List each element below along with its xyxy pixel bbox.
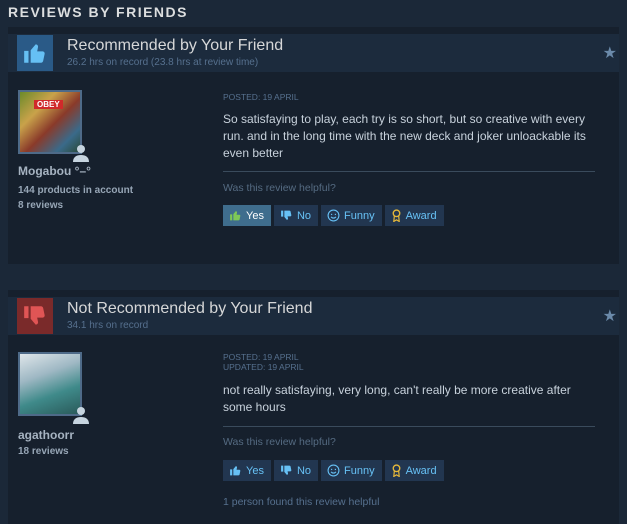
review-text: So satisfaying to play, each try is so s… xyxy=(223,112,586,160)
divider xyxy=(223,171,595,172)
friend-icon xyxy=(72,406,90,424)
avatar-text: OBEY xyxy=(34,100,63,109)
no-button[interactable]: No xyxy=(273,460,319,481)
author-reviews[interactable]: 18 reviews xyxy=(18,446,69,457)
review-header: Recommended by Your Friend 26.2 hrs on r… xyxy=(8,34,619,72)
avatar[interactable] xyxy=(18,352,89,424)
helpful-question: Was this review helpful? xyxy=(223,436,336,448)
vote-buttons: Yes No Funny Award xyxy=(223,460,444,481)
updated-date: UPDATED: 19 APRIL xyxy=(223,362,304,372)
thumbs-down-icon xyxy=(280,464,293,477)
star-icon[interactable]: ★ xyxy=(603,43,617,63)
funny-label: Funny xyxy=(344,464,375,477)
review-text: not really satisfaying, very long, can't… xyxy=(223,383,571,414)
thumbs-down-icon xyxy=(280,209,293,222)
thumbs-up-icon xyxy=(17,35,53,71)
award-label: Award xyxy=(405,464,437,477)
author-products[interactable]: 144 products in account xyxy=(18,185,133,196)
smile-icon xyxy=(327,464,340,477)
author-name[interactable]: Mogabou °–° xyxy=(18,164,91,178)
vote-buttons: Yes No Funny Award xyxy=(223,205,444,226)
smile-icon xyxy=(327,209,340,222)
section-title: REVIEWS BY FRIENDS xyxy=(8,4,188,20)
review-heading: Recommended by Your Friend xyxy=(67,37,284,54)
star-icon[interactable]: ★ xyxy=(603,306,617,326)
review-card-1: Recommended by Your Friend 26.2 hrs on r… xyxy=(8,27,619,264)
no-label: No xyxy=(296,209,312,222)
review-heading: Not Recommended by Your Friend xyxy=(67,300,313,317)
no-button[interactable]: No xyxy=(273,205,319,226)
award-icon xyxy=(391,209,402,222)
yes-button[interactable]: Yes xyxy=(223,205,271,226)
posted-date: POSTED: 19 APRIL xyxy=(223,352,299,362)
review-header: Not Recommended by Your Friend 34.1 hrs … xyxy=(8,297,619,335)
funny-label: Funny xyxy=(344,209,375,222)
found-helpful-count: 1 person found this review helpful xyxy=(223,496,380,508)
hours-on-record: 26.2 hrs on record (23.8 hrs at review t… xyxy=(67,57,259,68)
yes-button[interactable]: Yes xyxy=(223,460,271,481)
award-button[interactable]: Award xyxy=(384,460,444,481)
funny-button[interactable]: Funny xyxy=(321,205,382,226)
yes-label: Yes xyxy=(246,209,264,222)
thumbs-up-icon xyxy=(229,464,242,477)
review-card-2: Not Recommended by Your Friend 34.1 hrs … xyxy=(8,290,619,524)
author-reviews[interactable]: 8 reviews xyxy=(18,200,63,211)
hours-on-record: 34.1 hrs on record xyxy=(67,320,149,331)
thumbs-up-icon xyxy=(229,209,242,222)
thumbs-down-icon xyxy=(17,298,53,334)
avatar[interactable]: OBEY xyxy=(18,90,89,162)
award-label: Award xyxy=(405,209,437,222)
author-name[interactable]: agathoorr xyxy=(18,428,74,442)
yes-label: Yes xyxy=(246,464,264,477)
funny-button[interactable]: Funny xyxy=(321,460,382,481)
award-icon xyxy=(391,464,402,477)
posted-date: POSTED: 19 APRIL xyxy=(223,92,299,102)
helpful-question: Was this review helpful? xyxy=(223,182,336,194)
award-button[interactable]: Award xyxy=(384,205,444,226)
divider xyxy=(223,426,595,427)
no-label: No xyxy=(296,464,312,477)
friend-icon xyxy=(72,144,90,162)
